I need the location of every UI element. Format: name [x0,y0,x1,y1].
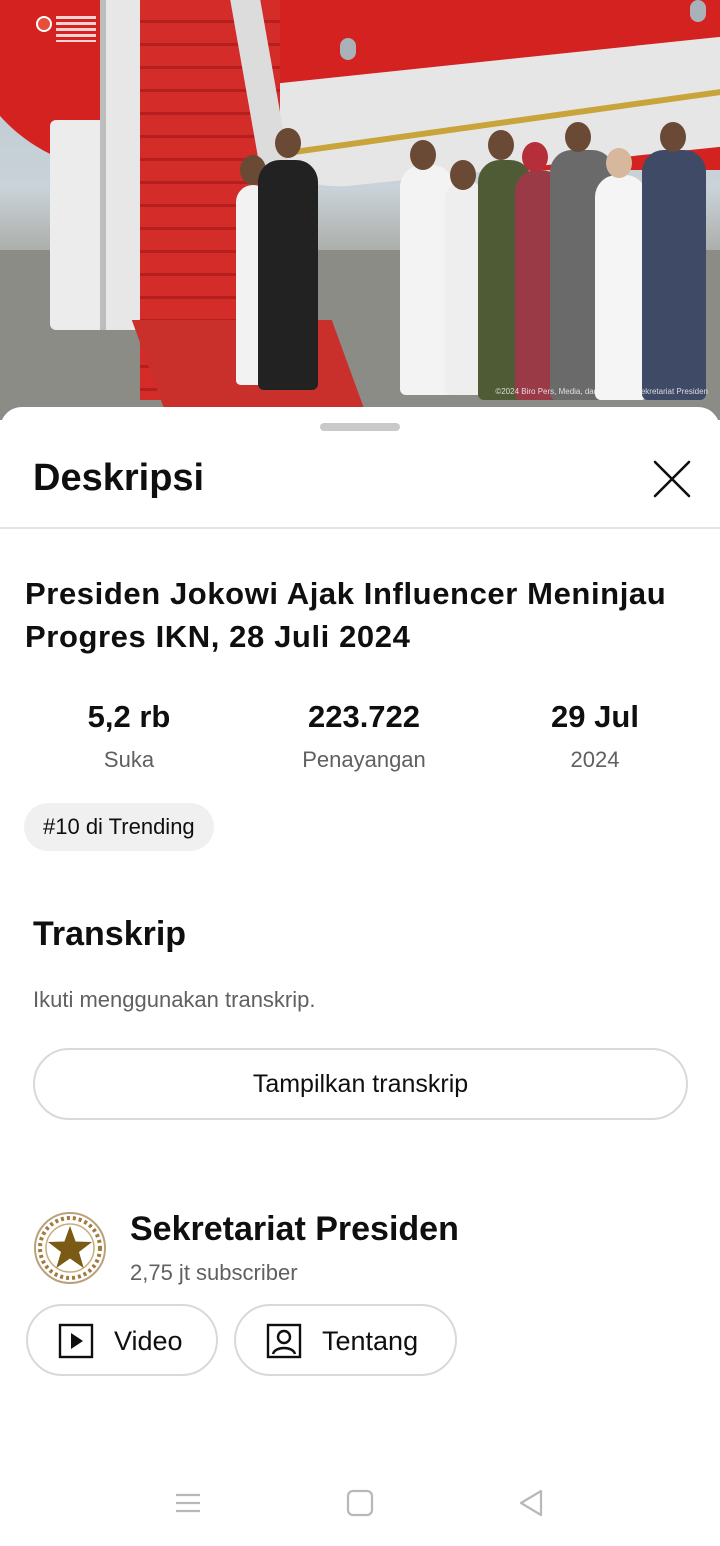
stat-likes: 5,2 rb Suka [19,697,239,773]
video-player[interactable]: ©2024 Biro Pers, Media, dan Informasi Se… [0,0,720,420]
transcript-subtitle: Ikuti menggunakan transkrip. [33,987,316,1012]
stat-label: Suka [103,747,155,772]
stat-views: 223.722 Penayangan [254,697,474,773]
video-title: Presiden Jokowi Ajak Influencer Meninjau… [25,576,667,654]
channel-subscribers: 2,75 jt subscriber [130,1260,298,1285]
nusantara-logo [36,14,104,48]
video-credit: ©2024 Biro Pers, Media, dan Informasi Se… [495,387,708,396]
about-button-label: Tentang [322,1326,419,1356]
stat-value: 29 Jul [551,699,639,734]
show-transcript-button[interactable]: Tampilkan transkrip [33,1048,688,1120]
channel-name[interactable]: Sekretariat Presiden [130,1210,459,1249]
stat-label: Penayangan [302,747,426,772]
transcript-title: Transkrip [33,915,187,953]
channel-avatar[interactable] [33,1211,107,1285]
drag-handle[interactable] [320,423,400,431]
description-sheet: Deskripsi Presiden Jokowi Ajak Influence… [0,407,720,1546]
stat-value: 223.722 [307,699,421,734]
sheet-title: Deskripsi [33,457,205,499]
back-icon[interactable] [516,1488,546,1518]
home-icon[interactable] [345,1488,375,1518]
play-icon [58,1323,94,1359]
menu-icon[interactable] [173,1488,203,1518]
channel-about-button[interactable]: Tentang [234,1304,457,1376]
presidential-seal-icon [34,1212,106,1284]
person-president [258,160,318,390]
system-nav-bar [0,1460,720,1546]
stat-label: 2024 [570,747,620,772]
channel-videos-button[interactable]: Video [26,1304,218,1376]
video-button-label: Video [114,1326,183,1356]
stat-value: 5,2 rb [87,699,171,734]
stat-date: 29 Jul 2024 [485,697,705,773]
video-stats: 5,2 rb Suka 223.722 Penayangan 29 Jul 20… [0,697,720,777]
close-button[interactable] [648,455,696,503]
close-icon [653,460,691,498]
trending-chip[interactable]: #10 di Trending [24,803,214,851]
divider [0,527,720,529]
person-icon [266,1323,302,1359]
